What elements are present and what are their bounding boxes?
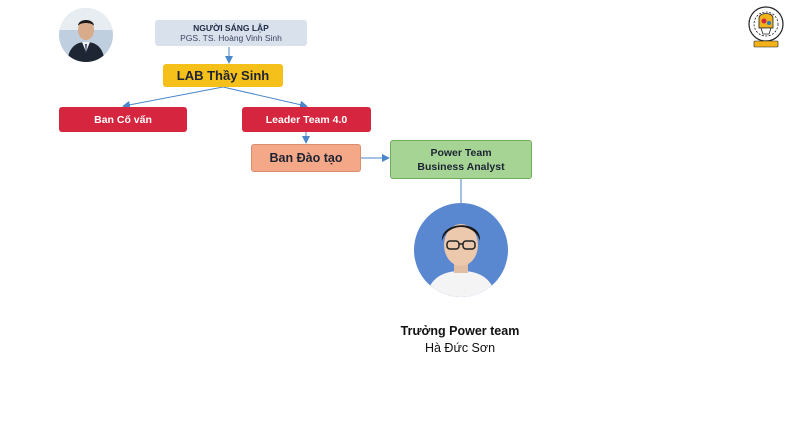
leader-box: Leader Team 4.0 bbox=[242, 107, 371, 132]
person-avatar-icon bbox=[414, 203, 508, 297]
power-team-line1: Power Team bbox=[430, 146, 492, 159]
lab-emblem-logo-icon bbox=[748, 6, 784, 48]
training-box: Ban Đào tạo bbox=[251, 144, 361, 172]
founder-avatar bbox=[59, 8, 113, 62]
person-avatar-icon bbox=[59, 8, 113, 62]
connector-lines bbox=[122, 47, 462, 203]
arrow-lab-to-leader bbox=[222, 86, 308, 109]
head-name: Hà Đức Sơn bbox=[424, 341, 496, 355]
founder-box: NGƯỜI SÁNG LẬP PGS. TS. Hoàng Vinh Sinh bbox=[155, 20, 307, 46]
lab-logo bbox=[744, 4, 788, 50]
founder-name: PGS. TS. Hoàng Vinh Sinh bbox=[180, 32, 282, 43]
founder-title: NGƯỜI SÁNG LẬP bbox=[193, 22, 269, 33]
arrow-lab-to-advisor bbox=[122, 86, 224, 109]
power-team-line2: Business Analyst bbox=[417, 160, 505, 173]
head-avatar bbox=[414, 203, 508, 297]
lab-box: LAB Thầy Sinh bbox=[163, 64, 283, 87]
head-title: Trưởng Power team bbox=[400, 324, 520, 338]
power-team-box: Power Team Business Analyst bbox=[390, 140, 532, 179]
advisor-box: Ban Cố vấn bbox=[59, 107, 187, 132]
